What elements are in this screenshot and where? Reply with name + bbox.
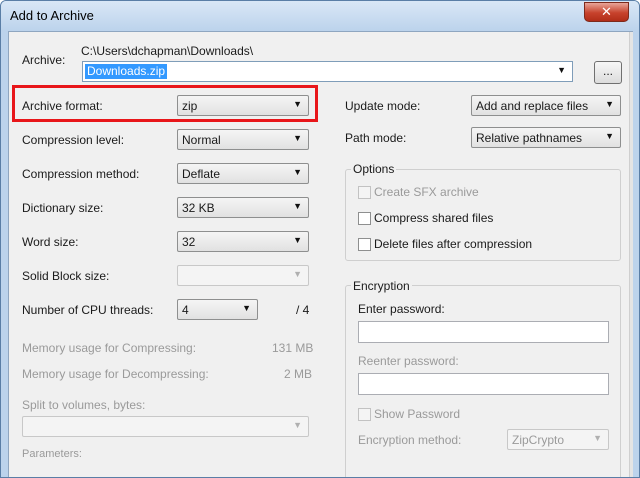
dropdown-arrow-icon[interactable]: ▼: [293, 420, 302, 430]
archive-format-label: Archive format:: [22, 99, 103, 113]
memory-compressing-value: 131 MB: [272, 341, 314, 355]
delete-after-checkbox[interactable]: [358, 238, 371, 251]
compress-shared-label: Compress shared files: [374, 211, 494, 225]
add-to-archive-window: Add to Archive ✕ Archive: C:\Users\dchap…: [0, 0, 640, 478]
compression-level-label: Compression level:: [22, 133, 125, 147]
compression-level-value: Normal: [182, 133, 221, 147]
browse-button[interactable]: ...: [594, 61, 622, 84]
window-title: Add to Archive: [10, 8, 94, 23]
dropdown-arrow-icon[interactable]: ▼: [293, 235, 302, 245]
close-button[interactable]: ✕: [584, 2, 629, 22]
archive-name-input[interactable]: Downloads.zip: [85, 64, 168, 79]
enter-password-label: Enter password:: [358, 302, 445, 316]
create-sfx-label: Create SFX archive: [374, 185, 479, 199]
solid-block-size-select[interactable]: ▼: [177, 265, 309, 286]
dropdown-arrow-icon[interactable]: ▼: [293, 201, 302, 211]
dictionary-size-value: 32 KB: [182, 201, 215, 215]
dropdown-arrow-icon[interactable]: ▼: [293, 99, 302, 109]
memory-compressing-label: Memory usage for Compressing:: [22, 341, 197, 355]
create-sfx-checkbox[interactable]: [358, 186, 371, 199]
dropdown-arrow-icon[interactable]: ▼: [293, 269, 302, 279]
compress-shared-checkbox[interactable]: [358, 212, 371, 225]
update-mode-value: Add and replace files: [476, 99, 589, 113]
show-password-label: Show Password: [374, 407, 461, 421]
path-mode-select[interactable]: Relative pathnames ▼: [471, 127, 621, 148]
compression-method-select[interactable]: Deflate ▼: [177, 163, 309, 184]
delete-after-label: Delete files after compression: [374, 237, 533, 251]
vertical-scrollbar[interactable]: [629, 32, 633, 477]
path-mode-label: Path mode:: [345, 131, 407, 145]
cpu-threads-label: Number of CPU threads:: [22, 303, 154, 317]
browse-button-label: ...: [602, 64, 613, 78]
parameters-label: Parameters:: [22, 448, 82, 460]
dropdown-arrow-icon[interactable]: ▼: [242, 303, 251, 313]
cpu-threads-select[interactable]: 4 ▼: [177, 299, 258, 320]
compression-method-label: Compression method:: [22, 167, 140, 181]
compression-level-select[interactable]: Normal ▼: [177, 129, 309, 150]
word-size-select[interactable]: 32 ▼: [177, 231, 309, 252]
dictionary-size-label: Dictionary size:: [22, 201, 104, 215]
reenter-password-input[interactable]: [358, 373, 609, 395]
update-mode-select[interactable]: Add and replace files ▼: [471, 95, 621, 116]
memory-decompressing-label: Memory usage for Decompressing:: [22, 367, 209, 381]
dropdown-arrow-icon[interactable]: ▼: [293, 167, 302, 177]
archive-format-select[interactable]: zip ▼: [177, 95, 309, 116]
cpu-threads-value: 4: [182, 303, 189, 317]
path-mode-value: Relative pathnames: [476, 131, 583, 145]
show-password-checkbox[interactable]: [358, 408, 371, 421]
split-volumes-label: Split to volumes, bytes:: [22, 398, 146, 412]
archive-name-combo[interactable]: Downloads.zip ▼: [82, 61, 573, 82]
cpu-threads-max: / 4: [296, 303, 310, 317]
archive-path: C:\Users\dchapman\Downloads\: [81, 44, 254, 58]
encryption-method-select[interactable]: ZipCrypto ▼: [507, 429, 609, 450]
dialog-body: Archive: C:\Users\dchapman\Downloads\ Do…: [8, 31, 633, 477]
dropdown-arrow-icon[interactable]: ▼: [593, 433, 602, 443]
reenter-password-label: Reenter password:: [358, 354, 459, 368]
memory-decompressing-value: 2 MB: [284, 367, 313, 381]
dropdown-arrow-icon[interactable]: ▼: [605, 131, 614, 141]
dropdown-arrow-icon[interactable]: ▼: [605, 99, 614, 109]
archive-format-value: zip: [182, 99, 198, 113]
word-size-value: 32: [182, 235, 196, 249]
options-group-title: Options: [351, 162, 397, 176]
dropdown-arrow-icon[interactable]: ▼: [293, 133, 302, 143]
encryption-method-label: Encryption method:: [358, 433, 462, 447]
dictionary-size-select[interactable]: 32 KB ▼: [177, 197, 309, 218]
close-icon: ✕: [601, 4, 612, 19]
encryption-method-value: ZipCrypto: [512, 433, 565, 447]
archive-label: Archive:: [22, 53, 66, 67]
split-volumes-select[interactable]: ▼: [22, 416, 309, 437]
update-mode-label: Update mode:: [345, 99, 421, 113]
word-size-label: Word size:: [22, 235, 79, 249]
dropdown-arrow-icon[interactable]: ▼: [557, 65, 566, 75]
enter-password-input[interactable]: [358, 321, 609, 343]
compression-method-value: Deflate: [182, 167, 221, 181]
title-bar[interactable]: Add to Archive ✕: [1, 1, 639, 31]
encryption-group-title: Encryption: [351, 279, 412, 293]
solid-block-size-label: Solid Block size:: [22, 269, 110, 283]
